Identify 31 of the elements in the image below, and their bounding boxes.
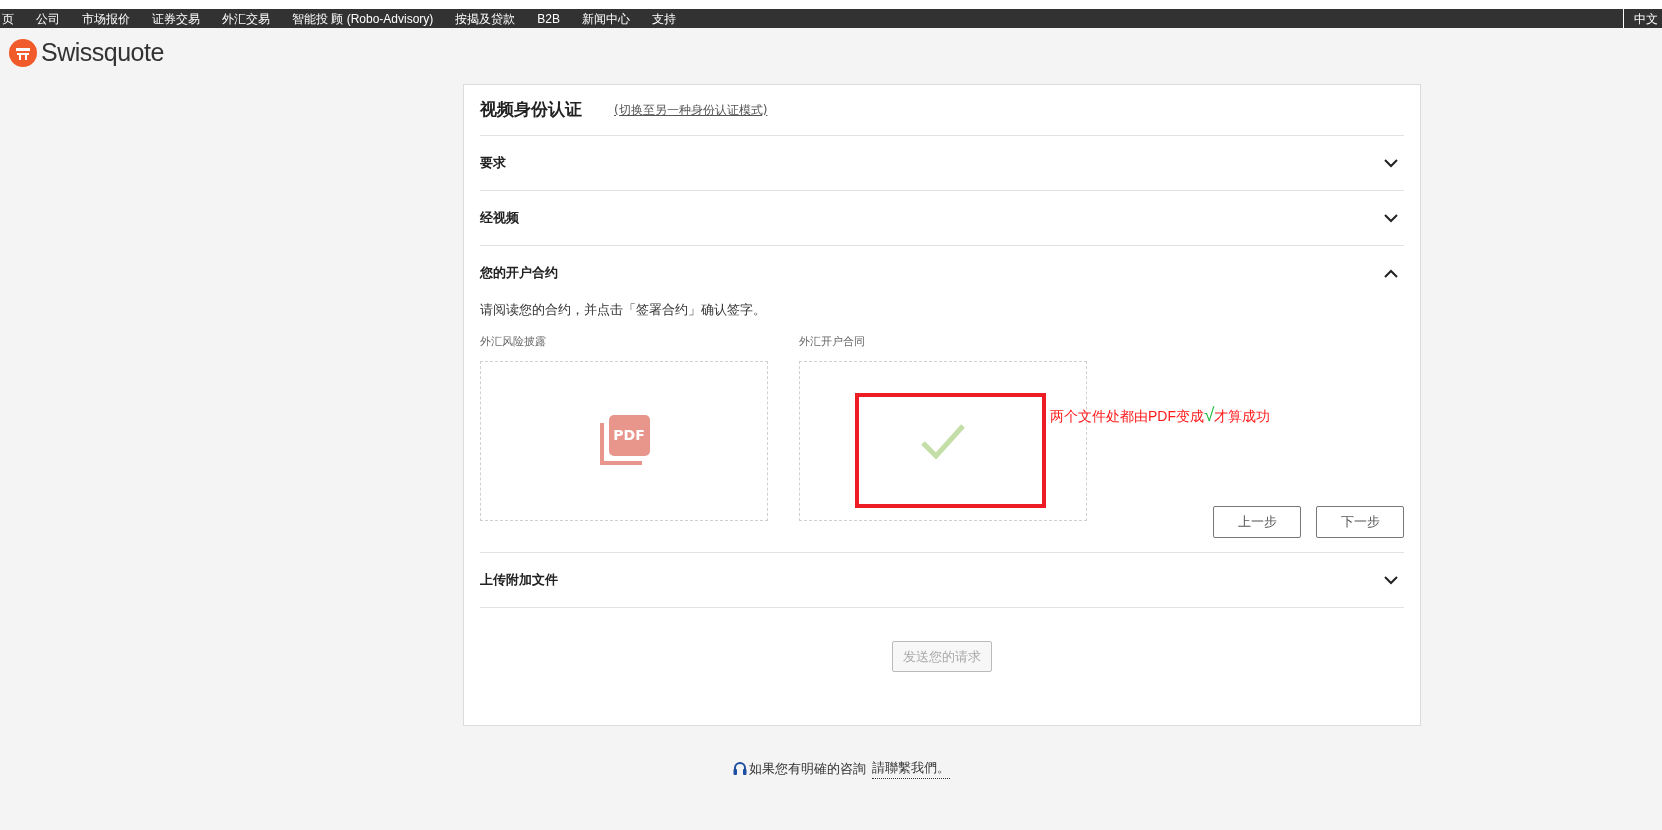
instruction-text: 请阅读您的合约，并点击「签署合约」确认签字。 [480, 301, 767, 319]
document-label: 外汇开户合同 [799, 333, 866, 350]
document-label: 外汇风险披露 [480, 333, 547, 350]
help-text: 如果您有明確的咨詢 [748, 759, 866, 778]
nav-link[interactable]: 智能投 顾 (Robo-Advisory) [292, 9, 434, 28]
nav-link[interactable]: 外汇交易 [222, 9, 270, 28]
step-button[interactable]: 上一步 [1213, 506, 1301, 538]
pdf-label: PDF [613, 426, 645, 445]
accordion-header[interactable]: 上传附加文件 [480, 553, 1404, 607]
nav-link[interactable]: 公司 [36, 9, 60, 28]
language-link[interactable]: 中文 [1634, 9, 1658, 28]
accordion-header[interactable]: 要求 [480, 136, 1404, 190]
nav-link[interactable]: 市场报价 [82, 9, 130, 28]
checkmark-icon[interactable] [920, 423, 966, 459]
nav-link[interactable]: 证券交易 [152, 9, 200, 28]
nav-link[interactable]: 页 [2, 9, 14, 28]
annotation-text: 两个文件处都由PDF变成√才算成功 [1050, 403, 1271, 427]
accordion-header[interactable]: 经视频 [480, 191, 1404, 245]
switch-mode-link[interactable]: (切换至另一种身份认证模式) [614, 101, 768, 119]
pdf-icon[interactable] [598, 415, 650, 467]
nav-link[interactable]: B2B [537, 9, 561, 28]
accordion-header[interactable]: 您的开户合约 [480, 246, 1404, 300]
nav-link[interactable]: 新闻中心 [582, 9, 631, 28]
contact-link[interactable]: 請聯繫我們。 [871, 758, 950, 779]
logo-icon [9, 39, 37, 67]
step-button[interactable]: 下一步 [1316, 506, 1404, 538]
nav-link[interactable]: 按揭及贷款 [455, 9, 516, 28]
logo-text: Swissquote [41, 37, 164, 69]
headset-icon [732, 760, 747, 776]
page-title: 视频身份认证 [480, 98, 582, 122]
nav-link[interactable]: 支持 [652, 9, 677, 28]
